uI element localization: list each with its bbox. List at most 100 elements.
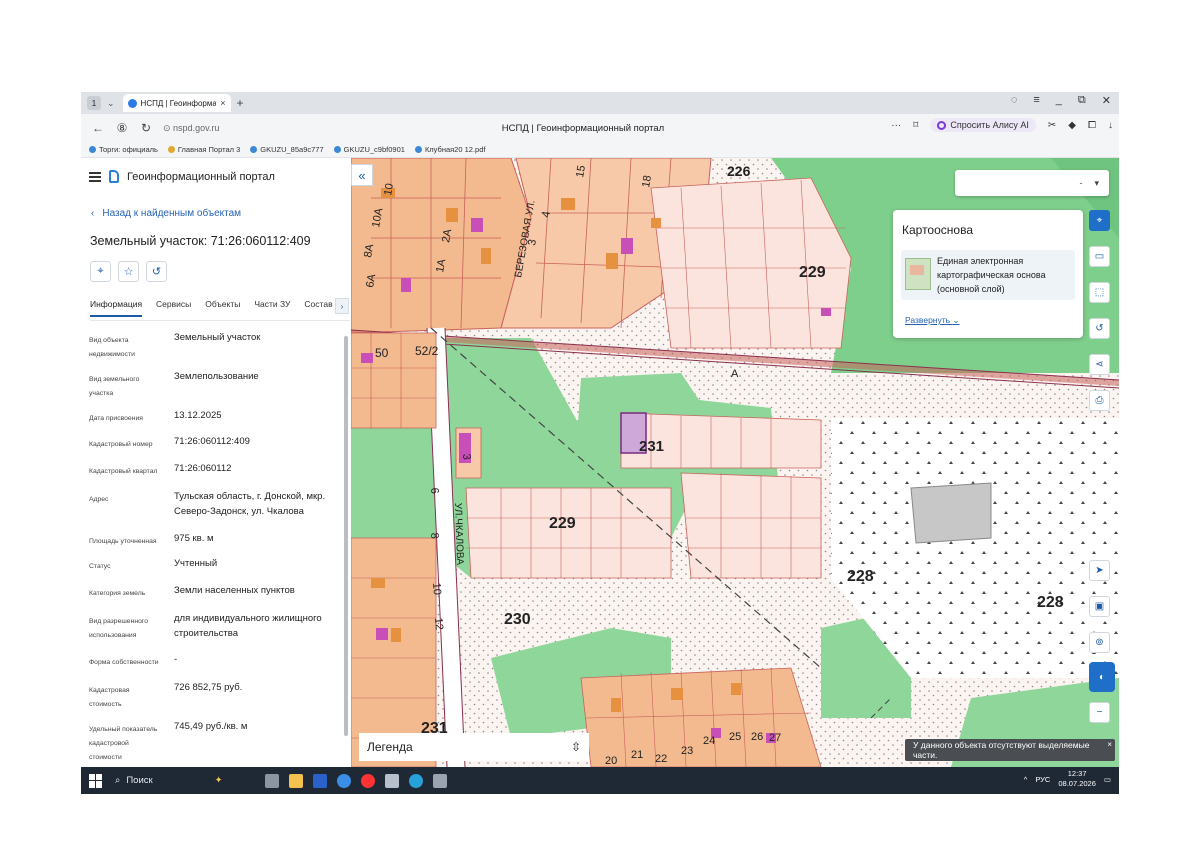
minimize-icon[interactable]: _ [1056,94,1062,107]
parcel-label: 230 [504,611,531,628]
close-icon[interactable]: × [1107,740,1112,749]
legend-bar[interactable]: Легенда ⇳ [359,733,589,761]
alice-icon [937,120,947,130]
zoom-out-button[interactable]: − [1089,702,1110,723]
windows-start-icon[interactable] [89,773,103,788]
restore-icon[interactable]: ⧉ [1078,94,1086,107]
file-explorer-icon[interactable] [289,773,303,788]
more-icon[interactable]: ··· [891,120,901,131]
house-number: 10 [382,182,396,196]
property-value: Земельный участок [174,332,261,343]
history-icon[interactable]: ↺ [1089,318,1110,339]
clock[interactable]: 12:37 08.07.2026 [1058,769,1096,789]
notification-icon[interactable]: ▭ [1104,775,1111,784]
tab-services[interactable]: Сервисы [156,299,191,315]
bookmark-label: GKUZU_c9bf0901 [343,145,405,154]
property-key: Площадь уточненная [89,538,157,545]
extension-icon[interactable]: ✂ [1048,120,1056,131]
basemap-option[interactable]: Единая электронная картографическая осно… [901,250,1075,300]
download-icon[interactable]: ↓ [1108,120,1113,131]
collapse-panel-button[interactable]: « [351,164,373,186]
back-to-results-link[interactable]: ‹ Назад к найденным объектам [91,208,241,219]
panel-scrollbar[interactable] [344,336,348,736]
taskbar-search[interactable]: ⌕ Поиск ✦ [115,771,255,790]
tabs-scroll-right-icon[interactable]: › [335,298,349,314]
geolocation-icon[interactable]: ➤ [1089,560,1110,581]
basemap-title: Картооснова [902,223,973,237]
site-favicon-icon [127,98,137,108]
address-bar[interactable]: ⊙ nspd.gov.ru [163,123,433,134]
tab-information[interactable]: Информация [90,299,143,317]
calculator-icon[interactable] [385,773,399,788]
chevron-up-icon[interactable]: ^ [1024,775,1028,784]
close-tab-icon[interactable]: × [220,98,225,108]
tab-composition[interactable]: Состав [304,299,332,315]
chevron-down-icon[interactable]: ⌄ [107,98,115,109]
bookmark-item[interactable]: GKUZU_85a9c777 [250,145,324,154]
yandex-browser-icon[interactable] [361,773,375,788]
language-indicator[interactable]: РУС [1035,775,1050,784]
menu-icon[interactable]: ≡ [1033,94,1039,107]
house-number: 20 [605,755,617,767]
profile-icon[interactable]: ◌ [1011,94,1018,107]
ruler-button[interactable]: ▭ [1089,246,1110,267]
ask-alice-button[interactable]: Спросить Алису AI [930,118,1036,132]
clock-time: 12:37 [1067,769,1087,778]
screen: 1 ⌄ НСПД | Геоинформацио × + ◌ ≡ _ ⧉ ✕ ←… [81,92,1119,794]
print-icon[interactable]: ⎙ [1089,390,1110,411]
app-icon[interactable] [433,773,447,788]
expand-link-label: Развернуть [905,315,951,325]
select-tool-button[interactable]: ⌖ [1089,210,1110,231]
close-window-icon[interactable]: ✕ [1102,94,1111,107]
search-icon: ⌕ [115,775,121,786]
parcel-label: 226 [727,163,751,179]
parcel-label: 228 [847,568,874,585]
hamburger-menu-icon[interactable] [89,171,101,182]
tab-parts[interactable]: Части ЗУ [254,299,290,315]
locate-on-map-button[interactable]: ⌖ [90,261,111,282]
ie-icon[interactable] [337,773,351,788]
map-layer-select[interactable]: - ▾ [955,170,1109,196]
bookmark-item[interactable]: GKUZU_c9bf0901 [333,145,405,154]
word-icon[interactable] [313,773,327,788]
map-pin-icon[interactable]: ⊚ [1089,632,1110,653]
favorite-star-button[interactable]: ☆ [118,261,139,282]
bookmark-icon[interactable]: ⌑ [913,120,918,131]
house-number: 23 [681,745,693,757]
property-value: 71:26:060112 [174,463,232,474]
property-key: Кадастровый квартал [89,468,158,475]
minimap-icon[interactable]: ▣ [1089,596,1110,617]
back-arrow-icon[interactable]: ← [91,121,105,135]
house-number: 15 [574,164,588,178]
bookmark-favicon-icon [89,146,96,153]
tab-objects[interactable]: Объекты [205,299,240,315]
bookmark-item[interactable]: Торги: официаль [89,145,158,154]
parcel-label: 229 [799,264,826,281]
new-tab-icon[interactable]: + [237,96,244,110]
browser-tab[interactable]: НСПД | Геоинформацио × [122,94,231,112]
assistant-icon[interactable]: ◐ [1089,662,1115,692]
basemap-option-label: Единая электронная картографическая осно… [937,256,1046,294]
parcel-label: 50 [375,346,389,360]
expand-link[interactable]: Развернуть ⌄ [905,315,960,326]
collections-icon[interactable]: ⧠ [1088,120,1096,131]
shield-icon: ⊙ [163,122,174,133]
taskbar-search-label: Поиск [126,775,153,786]
area-select-button[interactable]: ⬚ [1089,282,1110,303]
bookmark-item[interactable]: Главная Портал 3 [167,145,240,154]
parcel-label: 231 [639,438,664,455]
task-view-icon[interactable] [265,773,279,788]
bookmark-item[interactable]: Клубная20 12.pdf [414,145,485,154]
edge-icon[interactable] [409,773,423,788]
yandex-icon[interactable]: ⑧ [115,121,129,135]
share-icon[interactable]: ⋖ [1089,354,1110,375]
expand-collapse-icon: ⇳ [570,740,581,754]
house-number: 18 [640,174,654,188]
property-value: 726 852,75 руб. [174,682,243,693]
reload-icon[interactable]: ↻ [139,121,153,135]
shield-ext-icon[interactable]: ◆ [1068,120,1076,131]
system-tray: ^ РУС 12:37 08.07.2026 ▭ [1024,769,1111,789]
history-button[interactable]: ↺ [146,261,167,282]
tab-counter[interactable]: 1 [87,96,101,110]
page-title: НСПД | Геоинформационный портал [501,122,665,134]
